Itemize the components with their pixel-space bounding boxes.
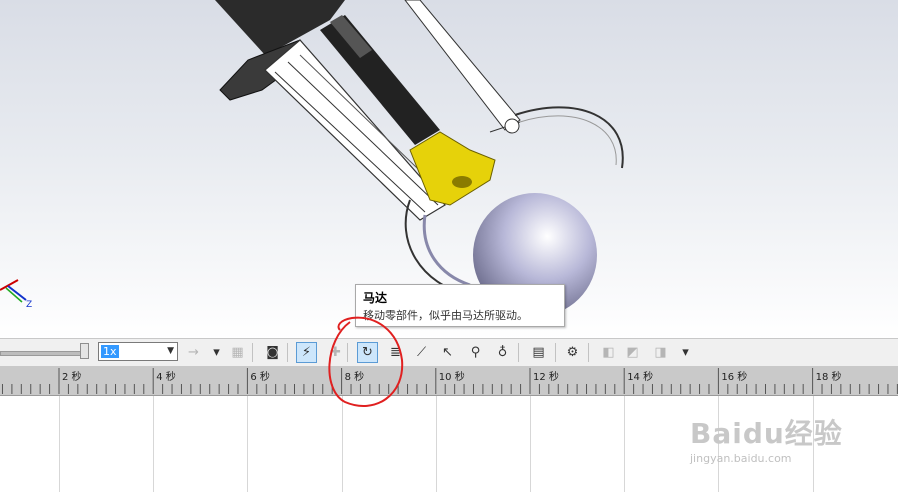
ruler-tick-label: 2 秒 (62, 372, 82, 383)
timeline-gridline (59, 396, 60, 492)
watermark-url: jingyan.baidu.com (690, 452, 792, 465)
dropdown-arrow-icon[interactable]: ▾ (206, 342, 227, 363)
ruler-tick-label: 4 秒 (156, 372, 176, 383)
motor-icon[interactable]: ↻ (357, 342, 378, 363)
autokey-icon[interactable]: ⚡ (296, 342, 317, 363)
playback-speed-select[interactable]: 1x ▼ (98, 342, 178, 361)
view-cubes-icon[interactable]: ◩ (622, 342, 643, 363)
animation-wizard-icon[interactable]: ◙ (262, 342, 283, 363)
toolbar-separator (287, 343, 288, 362)
toolbar-separator (588, 343, 589, 362)
timeline-gridline (435, 396, 437, 492)
watermark-logo: Baidu经验 (690, 417, 843, 450)
playback-speed-value: 1x (101, 345, 119, 358)
motor-tooltip: 马达 移动零部件，似乎由马达所驱动。 (355, 284, 565, 327)
spring-icon[interactable]: ≣ (385, 342, 406, 363)
toolbar-separator (518, 343, 519, 362)
view-cube-icon[interactable]: ◧ (598, 342, 619, 363)
triad-z-label: Z (26, 300, 33, 310)
toolbar-separator (555, 343, 556, 362)
ruler-tick-label: 10 秒 (438, 372, 465, 383)
chevron-down-icon[interactable]: ▼ (167, 346, 174, 356)
save-animation-icon[interactable]: ▦ (227, 342, 248, 363)
tooltip-title: 马达 (363, 291, 388, 305)
toolbar-separator (252, 343, 253, 362)
timeline-slider-thumb[interactable] (80, 343, 89, 359)
timeline-gridline (341, 396, 343, 492)
timeline-gridline (624, 396, 626, 492)
ruler-tick-label: 14 秒 (627, 372, 654, 383)
ruler-tick-label: 18 秒 (815, 372, 842, 383)
ruler-tick-label: 6 秒 (250, 372, 270, 383)
baidu-watermark: Baidu经验 jingyan.baidu.com (690, 412, 890, 472)
ruler-tick-label: 12 秒 (533, 372, 559, 383)
add-key-icon[interactable]: ✚ (325, 342, 346, 363)
timeline-gridline (247, 396, 249, 492)
force-icon[interactable]: ↖ (437, 342, 458, 363)
time-ruler[interactable]: 2 秒 4 秒 6 秒 8 秒 10 秒 12 秒 14 秒 16 秒 18 秒 (0, 366, 898, 396)
contact-icon[interactable]: ⚲ (465, 342, 486, 363)
results-plots-icon[interactable]: ▤ (528, 342, 549, 363)
timeline-gridline (530, 396, 531, 492)
forward-arrow-icon[interactable]: → (183, 342, 204, 363)
timeline-gridline (153, 396, 155, 492)
timeline-slider-track[interactable] (0, 351, 84, 356)
view-options-icon[interactable]: ◨ (650, 342, 671, 363)
toolbar-separator (347, 343, 348, 362)
gravity-icon[interactable]: ♁ (492, 342, 513, 363)
more-dropdown-icon[interactable]: ▾ (675, 342, 696, 363)
ruler-tick-label: 8 秒 (344, 372, 365, 383)
motion-study-properties-icon[interactable]: ⚙ (562, 342, 583, 363)
motion-toolbar: 1x ▼ → ▾ ▦ ◙ ⚡ ✚ ↻ ≣ ⟋ ↖ ⚲ ♁ ▤ ⚙ ◧ ◩ ◨ ▾ (0, 338, 898, 366)
damper-icon[interactable]: ⟋ (411, 342, 432, 363)
tooltip-description: 移动零部件，似乎由马达所驱动。 (363, 309, 528, 322)
ruler-tick-label: 16 秒 (721, 372, 748, 383)
